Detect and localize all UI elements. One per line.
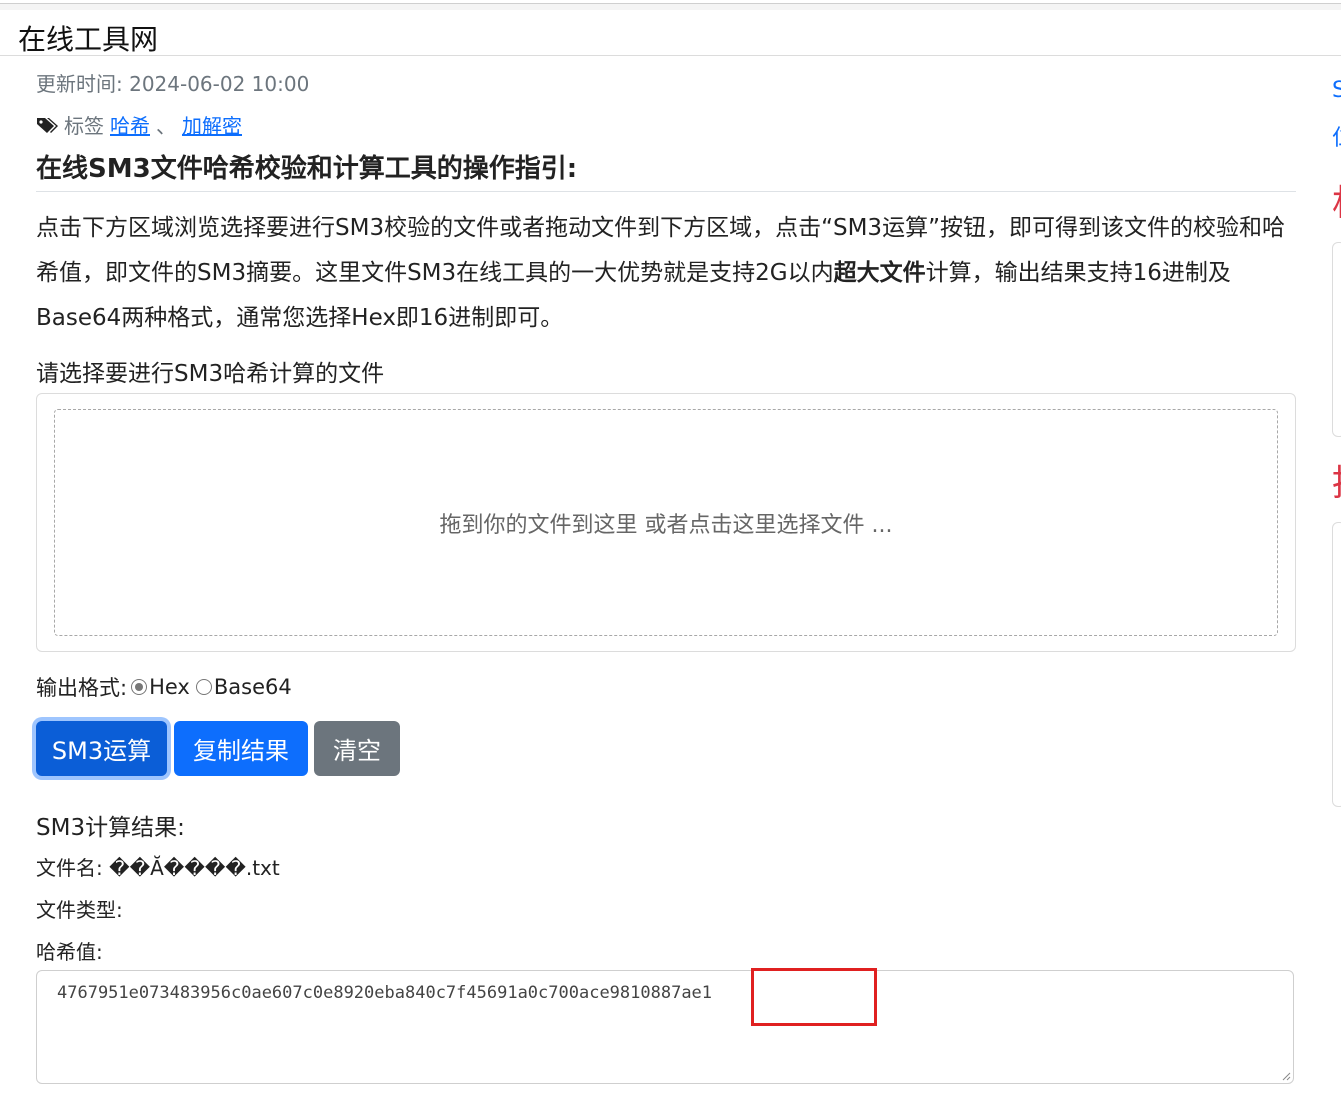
file-select-label: 请选择要进行SM3哈希计算的文件 (36, 361, 385, 387)
sm3-compute-button[interactable]: SM3运算 (36, 721, 167, 776)
filename-value: ��Ă����.txt (109, 856, 280, 880)
filename-label: 文件名: (36, 856, 103, 880)
clear-button[interactable]: 清空 (314, 721, 400, 776)
tag-list: 标签 哈希 、 加解密 (36, 110, 242, 139)
description-bold: 超大文件 (833, 260, 926, 286)
result-title: SM3计算结果: (36, 815, 185, 841)
hex-radio-label[interactable]: Hex (149, 675, 190, 699)
copy-result-button[interactable]: 复制结果 (174, 721, 308, 776)
tag-separator: 、 (156, 114, 176, 138)
resize-grip-icon[interactable] (1281, 1071, 1291, 1081)
dropzone-text: 拖到你的文件到这里 或者点击这里选择文件 ... (439, 512, 893, 538)
file-dropzone[interactable]: 拖到你的文件到这里 或者点击这里选择文件 ... (54, 409, 1278, 636)
output-format-row: 输出格式: Hex Base64 (36, 672, 292, 702)
tags-icon (37, 117, 58, 133)
hash-value: 4767951e073483956c0ae607c0e8920eba840c7f… (57, 983, 713, 1003)
filetype-label: 文件类型: (36, 898, 123, 922)
description: 点击下方区域浏览选择要进行SM3校验的文件或者拖动文件到下方区域，点击“SM3运… (36, 206, 1294, 341)
sidebar-clipped: S 仁 相 推 (1332, 56, 1341, 816)
hash-label: 哈希值: (36, 940, 103, 964)
filename-row: 文件名: ��Ă����.txt (36, 852, 280, 881)
tag-link-crypto[interactable]: 加解密 (182, 110, 242, 139)
tag-link-hash[interactable]: 哈希 (110, 110, 150, 139)
hash-output-textarea[interactable]: 4767951e073483956c0ae607c0e8920eba840c7f… (36, 970, 1294, 1084)
sidebar-link-2[interactable]: 仁 (1332, 120, 1341, 148)
hash-label-row: 哈希值: (36, 936, 103, 965)
sidebar-heading-2: 推 (1332, 454, 1341, 498)
output-format-label: 输出格式: (36, 676, 128, 700)
section-title: 在线SM3文件哈希校验和计算工具的操作指引: (36, 148, 1296, 192)
sidebar-card-2 (1332, 522, 1341, 807)
update-time: 更新时间: 2024-06-02 10:00 (36, 72, 310, 96)
filetype-row: 文件类型: (36, 894, 123, 923)
dropzone-container: 拖到你的文件到这里 或者点击这里选择文件 ... (36, 393, 1296, 652)
base64-radio[interactable] (195, 679, 212, 695)
tags-label: 标签 (64, 114, 104, 138)
highlight-box (751, 968, 877, 1026)
site-title[interactable]: 在线工具网 (18, 18, 158, 58)
base64-radio-label[interactable]: Base64 (214, 675, 292, 699)
sidebar-link-1[interactable]: S (1332, 78, 1341, 106)
site-header: 在线工具网 (0, 10, 1341, 56)
hex-radio[interactable] (131, 679, 148, 695)
sidebar-heading-1: 相 (1332, 174, 1341, 218)
sidebar-card-1 (1332, 242, 1341, 437)
